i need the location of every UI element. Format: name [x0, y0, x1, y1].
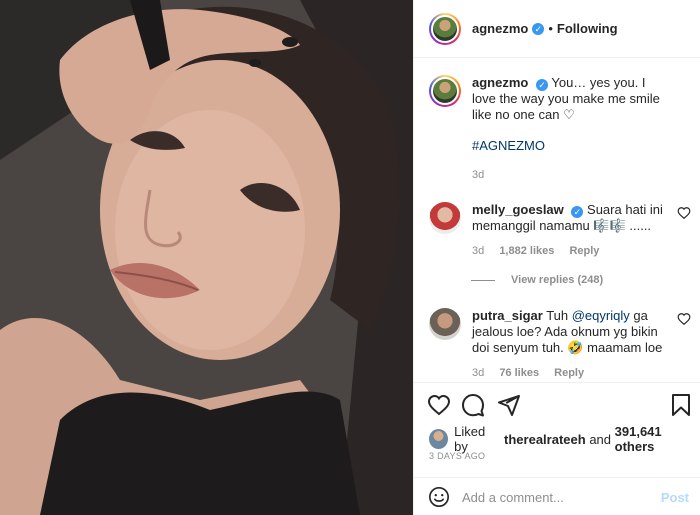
comment-text-pre: Tuh	[546, 308, 572, 323]
mention-link[interactable]: @eqyriqly	[572, 308, 630, 323]
comments-list[interactable]: agnezmo ✓ You… yes you. I love the way y…	[414, 58, 700, 382]
heart-icon[interactable]	[427, 393, 451, 417]
verified-icon: ✓	[535, 79, 548, 91]
post-button[interactable]: Post	[661, 490, 689, 505]
following-button[interactable]: Following	[557, 21, 618, 36]
post-date[interactable]: 3 DAYS AGO	[429, 451, 485, 461]
comment-icon[interactable]	[461, 393, 485, 417]
view-replies-label: View replies (248)	[511, 274, 604, 286]
comment-age[interactable]: 3d	[472, 367, 484, 379]
comment-item: melly_goeslaw ✓ Suara hati ini memanggil…	[429, 202, 691, 259]
commenter-username[interactable]: putra_sigar	[472, 308, 543, 323]
add-comment-bar: Add a comment... Post	[414, 477, 700, 515]
comment-like-heart-icon[interactable]	[677, 312, 691, 326]
comment-item: putra_sigar Tuh @eqyriqly ga jealous loe…	[429, 308, 691, 381]
comment-likes[interactable]: 76 likes	[499, 367, 539, 379]
likes-prefix: Liked by	[454, 424, 486, 454]
comment-age[interactable]: 3d	[472, 245, 484, 257]
reply-button[interactable]: Reply	[554, 367, 584, 379]
likes-count[interactable]: 391,641 others	[615, 424, 700, 454]
comment-like-heart-icon[interactable]	[677, 206, 691, 220]
likes-summary: Liked by therealrateeh and 391,641 other…	[429, 424, 700, 454]
action-icons	[427, 393, 691, 419]
caption-author[interactable]: agnezmo	[472, 75, 528, 90]
comment-input[interactable]: Add a comment...	[462, 490, 661, 505]
emoji-icon[interactable]	[428, 486, 450, 508]
reply-button[interactable]: Reply	[569, 245, 599, 257]
commenter-username[interactable]: melly_goeslaw	[472, 202, 564, 217]
post-photo[interactable]	[0, 0, 413, 515]
portrait-image	[0, 0, 413, 515]
post-actions: Liked by therealrateeh and 391,641 other…	[414, 382, 700, 515]
caption-hashtag[interactable]: #AGNEZMO	[472, 138, 667, 154]
post-side-panel: agnezmo ✓ • Following agnezmo ✓ You… yes…	[413, 0, 700, 515]
liker-avatar[interactable]	[429, 429, 449, 449]
replies-divider	[471, 279, 495, 281]
bookmark-icon[interactable]	[669, 393, 693, 417]
liker-username[interactable]: therealrateeh	[504, 432, 586, 447]
verified-icon: ✓	[532, 22, 545, 35]
share-icon[interactable]	[497, 393, 521, 417]
author-username[interactable]: agnezmo	[472, 21, 528, 36]
author-avatar[interactable]	[429, 12, 461, 45]
post-header: agnezmo ✓ • Following	[414, 0, 700, 58]
likes-and: and	[589, 431, 612, 447]
commenter-avatar[interactable]	[429, 308, 461, 340]
caption-age[interactable]: 3d	[472, 169, 484, 181]
view-replies-button[interactable]: View replies (248)	[471, 274, 603, 286]
verified-icon: ✓	[571, 206, 584, 218]
commenter-avatar[interactable]	[429, 202, 461, 234]
comment-likes[interactable]: 1,882 likes	[499, 245, 554, 257]
caption: agnezmo ✓ You… yes you. I love the way y…	[429, 75, 689, 183]
separator-dot: •	[548, 21, 553, 36]
caption-avatar[interactable]	[429, 75, 461, 107]
